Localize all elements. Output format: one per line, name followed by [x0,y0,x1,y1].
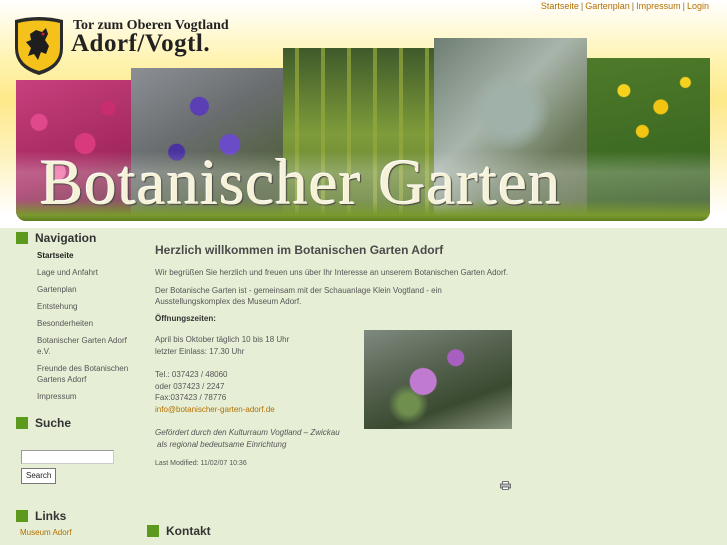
nav-item-entstehung[interactable]: Entstehung [37,301,141,312]
nav-link[interactable]: Lage und Anfahrt [37,268,98,277]
toplink-startseite[interactable]: Startseite [541,1,579,11]
nav-item-startseite[interactable]: Startseite [37,250,141,261]
toplink-login[interactable]: Login [687,1,709,11]
search-heading: Suche [16,416,141,430]
banner-image: Botanischer Garten [16,38,710,221]
last-modified: Last Modified: 11/02/07 10:36 [155,460,247,467]
nav-link[interactable]: Gartenplan [37,285,77,294]
bullet-square-icon [16,232,28,244]
links-heading: Links [16,509,141,523]
nav-item-lage[interactable]: Lage und Anfahrt [37,267,141,278]
bullet-square-icon [147,525,159,537]
search-title: Suche [35,416,72,430]
navigation-heading: Navigation [16,231,141,245]
link-museum-adorf[interactable]: Museum Adorf [20,528,141,537]
nav-link[interactable]: Startseite [37,251,73,260]
links-list: Museum Adorf [20,528,141,537]
header: Startseite | Gartenplan | Impressum | Login Bo… [0,0,727,228]
coat-of-arms-icon[interactable] [12,14,66,76]
toplink-impressum[interactable]: Impressum [636,1,681,11]
toplink-gartenplan[interactable]: Gartenplan [585,1,630,11]
top-links: Startseite | Gartenplan | Impressum | Login [540,1,709,11]
description-text: Der Botanische Garten ist - gemeinsam mi… [155,286,442,306]
nav-item-impressum[interactable]: Impressum [37,391,141,402]
search-button[interactable]: Search [21,467,57,484]
banner-title: Botanischer Garten [40,147,562,219]
print-icon[interactable] [500,481,511,490]
nav-link[interactable]: Besonderheiten [37,319,93,328]
bullet-square-icon [16,509,28,522]
page-title: Herzlich willkommen im Botanischen Garte… [155,243,444,257]
nav-item-verein[interactable]: Botanischer Garten Adorf e.V. [37,335,141,357]
funding-line-2: als regional bedeutsame Einrichtung [157,439,287,449]
sidebar: Navigation Startseite Lage und Anfahrt G… [16,231,141,537]
nav-list: Startseite Lage und Anfahrt Gartenplan E… [37,250,141,402]
search-input[interactable] [21,450,114,464]
nav-item-besonderheiten[interactable]: Besonderheiten [37,318,141,329]
nav-link[interactable]: Entstehung [37,302,77,311]
bullet-square-icon [16,417,28,429]
garden-photo [364,330,512,429]
town-name: Adorf/Vogtl. [71,30,211,57]
opening-hours-title: Öffnungszeiten: [155,314,216,323]
nav-item-gartenplan[interactable]: Gartenplan [37,284,141,295]
links-title: Links [35,508,67,523]
nav-link[interactable]: Impressum [37,392,77,401]
contact-title: Kontakt [166,524,211,538]
search-box: Suche Search [16,416,141,484]
contact-heading: Kontakt [147,524,211,538]
intro-text: Wir begrüßen Sie herzlich und freuen uns… [155,268,509,277]
navigation-title: Navigation [35,231,97,245]
nav-item-freunde[interactable]: Freunde des Botanischen Gartens Adorf [37,363,141,385]
nav-link[interactable]: Freunde des Botanischen Gartens Adorf [37,364,128,384]
nav-link[interactable]: Botanischer Garten Adorf e.V. [37,336,127,356]
links-box: Links Museum Adorf [16,509,141,537]
